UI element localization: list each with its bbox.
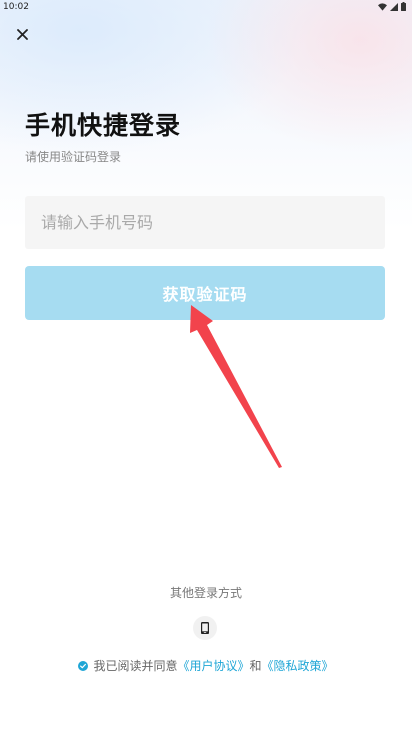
other-login-label: 其他登录方式: [169, 586, 242, 600]
agreement-prefix: 我已阅读并同意: [93, 659, 178, 673]
user-agreement-link[interactable]: 《用户协议》: [177, 657, 249, 674]
agreement-and: 和: [249, 659, 262, 673]
status-bar: 10:02: [0, 0, 412, 13]
close-button[interactable]: [11, 23, 33, 45]
signal-icon: [390, 2, 398, 11]
page-title: 手机快捷登录: [25, 111, 182, 140]
status-icons: [378, 2, 406, 11]
wifi-icon: [378, 2, 387, 11]
status-time: 10:02: [3, 1, 29, 12]
page-subtitle: 请使用验证码登录: [25, 150, 122, 164]
privacy-policy-link[interactable]: 《隐私政策》: [262, 657, 334, 674]
phone-icon: [201, 622, 209, 634]
battery-icon: [401, 2, 406, 11]
close-icon: [16, 28, 28, 40]
agreement-checkbox[interactable]: [78, 660, 89, 671]
phone-login-button[interactable]: [193, 616, 217, 640]
agreement-row: 我已阅读并同意 《用户协议》 和 《隐私政策》: [0, 657, 412, 674]
check-circle-icon: [78, 660, 89, 671]
phone-number-input[interactable]: [25, 196, 385, 249]
get-code-button[interactable]: 获取验证码: [25, 266, 385, 320]
